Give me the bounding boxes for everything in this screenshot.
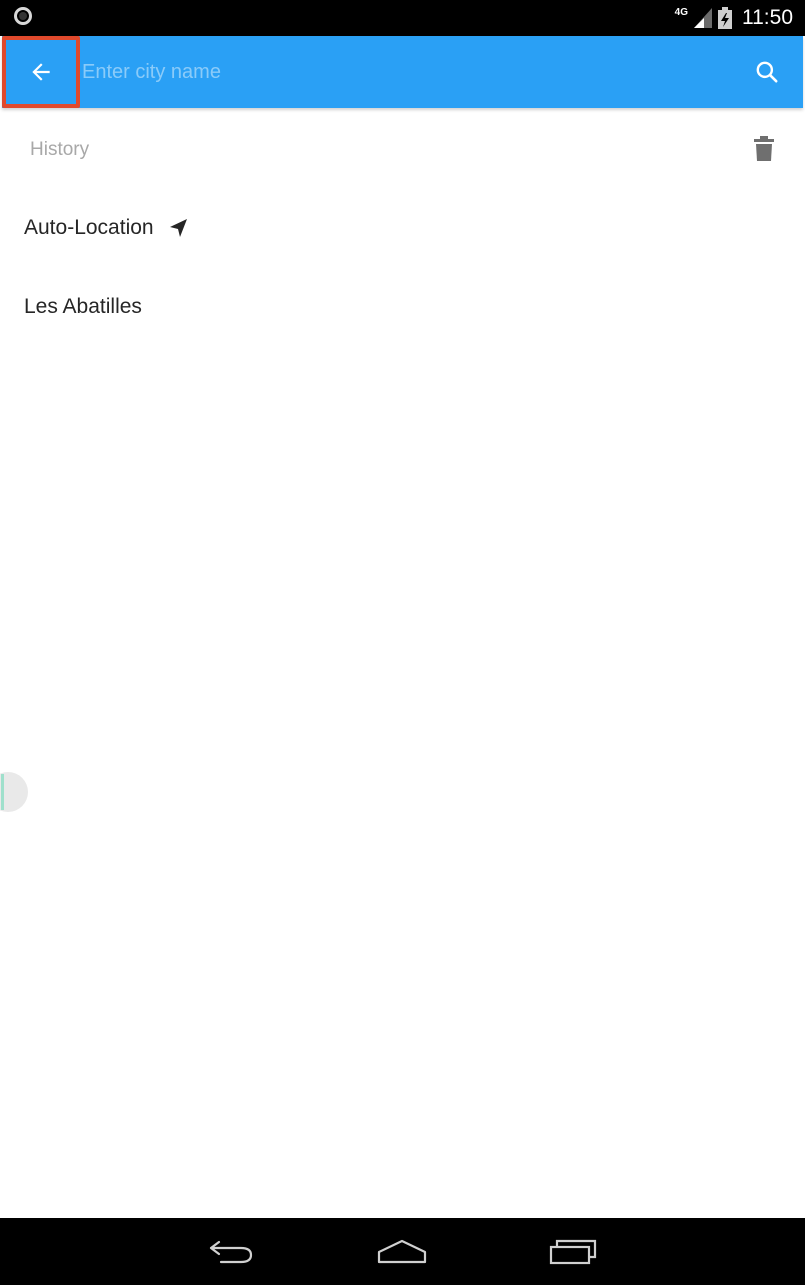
search-toolbar (2, 36, 803, 108)
back-icon (209, 1240, 253, 1264)
battery-icon (718, 7, 732, 29)
search-icon (756, 61, 778, 83)
history-item-label: Les Abatilles (24, 295, 142, 318)
clock: 11:50 (742, 6, 793, 29)
home-icon (377, 1239, 427, 1264)
nav-home-button[interactable] (362, 1228, 442, 1276)
network-type-label: 4G (674, 6, 688, 18)
nav-recents-button[interactable] (533, 1228, 613, 1276)
notification-circle-icon (14, 7, 32, 25)
history-label: History (30, 139, 90, 160)
city-search-input[interactable] (82, 54, 722, 90)
history-item-auto-location[interactable]: Auto-Location (0, 190, 805, 268)
recents-icon (549, 1239, 597, 1265)
navigation-arrow-icon (170, 219, 187, 237)
arrow-left-icon (32, 63, 50, 81)
signal-icon (694, 8, 712, 28)
search-button[interactable] (745, 50, 789, 94)
navigation-bar (0, 1218, 805, 1285)
clear-history-button[interactable] (747, 132, 781, 166)
back-button[interactable] (2, 36, 80, 108)
trash-icon (754, 136, 774, 161)
status-indicators: 4G 11:50 (675, 6, 793, 30)
nav-back-button[interactable] (191, 1228, 271, 1276)
history-item-label: Auto-Location (24, 216, 154, 239)
history-header: History (0, 112, 805, 186)
status-bar: 4G 11:50 (0, 0, 805, 36)
floating-edge-handle[interactable] (0, 772, 28, 812)
history-item-city[interactable]: Les Abatilles (0, 269, 805, 347)
